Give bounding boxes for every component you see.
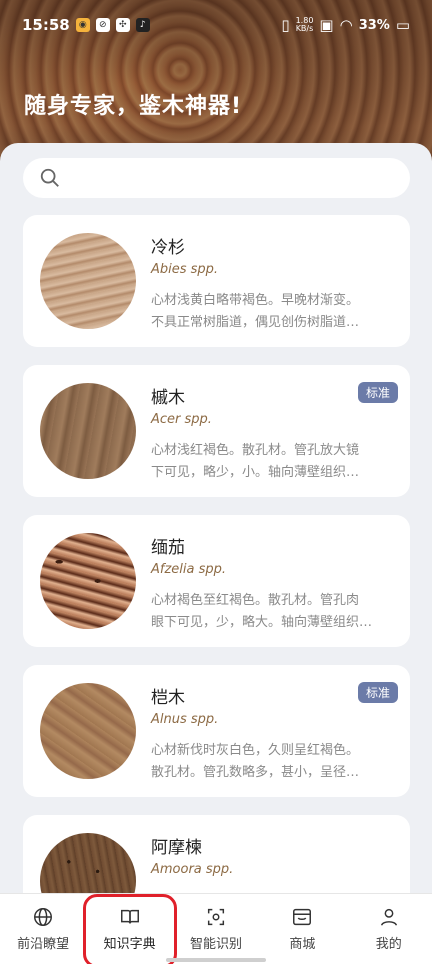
vibrate-icon: ▯ <box>281 16 290 34</box>
battery-icon: ▭ <box>395 16 410 34</box>
tiktok-notification-icon: ♪ <box>135 18 150 32</box>
wood-description-line: 心材新伐时灰白色，久则呈红褐色。 <box>151 743 360 758</box>
wood-description: 心材新伐时灰白色，久则呈红褐色。 散孔材。管孔数略多，甚小，呈径… <box>151 740 391 784</box>
wood-thumbnail <box>40 533 136 629</box>
standard-badge: 标准 <box>357 382 398 403</box>
wood-thumbnail <box>40 833 136 893</box>
wood-name: 槭木 <box>151 388 185 408</box>
tab-label: 前沿瞭望 <box>17 937 70 952</box>
tab-frontier[interactable]: 前沿瞭望 <box>3 906 83 952</box>
wood-description-line: 散孔材。管孔数略多，甚小，呈径… <box>151 765 360 780</box>
tab-profile[interactable]: 我的 <box>349 906 429 952</box>
wood-card[interactable]: 缅茄 Afzelia spp. 心材褐色至红褐色。散孔材。管孔肉 眼下可见，少，… <box>23 515 410 647</box>
wood-name: 阿摩楝 <box>151 838 202 858</box>
search-icon <box>40 168 59 187</box>
weibo-notification-icon: ◉ <box>75 18 90 32</box>
wood-card[interactable]: 槭木 标准 Acer spp. 心材浅红褐色。散孔材。管孔放大镜 下可见，略少，… <box>23 365 410 497</box>
wood-description: 心材褐色至红褐色。散孔材。管孔肉 眼下可见，少，略大。轴向薄壁组织… <box>151 590 391 634</box>
status-time: 15:58 <box>22 16 70 34</box>
wood-thumbnail <box>40 683 136 779</box>
wood-description-line: 心材浅红褐色。散孔材。管孔放大镜 <box>151 443 360 458</box>
wood-latin-name: Afzelia spp. <box>151 562 227 577</box>
status-left: 15:58 ◉ ⊘ ✣ ♪ <box>22 16 150 34</box>
active-tab-highlight <box>82 894 177 964</box>
link-notification-icon: ⊘ <box>95 18 110 32</box>
wifi-icon: ◠ <box>339 16 353 34</box>
tab-store[interactable]: 商城 <box>262 906 342 952</box>
content-panel: 冷杉 Abies spp. 心材浅黄白略带褐色。早晚材渐变。 不具正常树脂道，偶… <box>0 143 432 893</box>
home-indicator[interactable] <box>166 958 266 962</box>
wood-card[interactable]: 阿摩楝 Amoora spp. <box>23 815 410 893</box>
tab-recognition[interactable]: 智能识别 <box>176 906 256 952</box>
store-icon <box>293 908 312 926</box>
wood-description-line: 下可见，略少，小。轴向薄壁组织… <box>151 465 360 480</box>
battery-percent: 33% <box>358 17 390 33</box>
scan-icon <box>207 908 225 926</box>
tab-dictionary[interactable]: 知识字典 <box>82 894 177 964</box>
search-bar[interactable] <box>23 158 410 198</box>
wood-description-line: 心材浅黄白略带褐色。早晚材渐变。 <box>151 293 360 308</box>
wood-description-line: 不具正常树脂道，偶见创伤树脂道… <box>151 315 360 330</box>
sim-icon: ▣ <box>319 16 334 34</box>
wood-card[interactable]: 桤木 标准 Alnus spp. 心材新伐时灰白色，久则呈红褐色。 散孔材。管孔… <box>23 665 410 797</box>
network-speed-unit: KB/s <box>295 24 314 33</box>
wood-name: 冷杉 <box>151 238 185 258</box>
wood-thumbnail <box>40 233 136 329</box>
hero-slogan: 随身专家，鉴木神器! <box>24 94 243 119</box>
globe-icon <box>34 908 53 926</box>
wood-name: 桤木 <box>151 688 185 708</box>
wood-latin-name: Amoora spp. <box>151 862 234 877</box>
wood-name: 缅茄 <box>151 538 185 558</box>
apps-notification-icon: ✣ <box>115 18 130 32</box>
tab-label: 商城 <box>289 937 316 952</box>
wood-description: 心材浅红褐色。散孔材。管孔放大镜 下可见，略少，小。轴向薄壁组织… <box>151 440 391 484</box>
tab-label: 智能识别 <box>189 937 242 952</box>
wood-description: 心材浅黄白略带褐色。早晚材渐变。 不具正常树脂道，偶见创伤树脂道… <box>151 290 391 334</box>
status-bar: 15:58 ◉ ⊘ ✣ ♪ ▯ 1.80 KB/s ▣ ◠ 33% ▭ <box>0 0 432 50</box>
wood-description-line: 眼下可见，少，略大。轴向薄壁组织… <box>151 615 373 630</box>
tab-label: 我的 <box>375 937 402 952</box>
bottom-tab-bar: 前沿瞭望 知识字典 智能识别 商城 我的 <box>0 893 432 964</box>
wood-thumbnail <box>40 383 136 479</box>
status-right: ▯ 1.80 KB/s ▣ ◠ 33% ▭ <box>281 16 410 34</box>
wood-card[interactable]: 冷杉 Abies spp. 心材浅黄白略带褐色。早晚材渐变。 不具正常树脂道，偶… <box>23 215 410 347</box>
standard-badge: 标准 <box>357 682 398 703</box>
wood-latin-name: Acer spp. <box>151 412 212 427</box>
network-speed: 1.80 KB/s <box>296 17 314 33</box>
wood-latin-name: Alnus spp. <box>151 712 219 727</box>
search-input[interactable] <box>71 170 391 186</box>
wood-description-line: 心材褐色至红褐色。散孔材。管孔肉 <box>151 593 360 608</box>
user-icon <box>380 908 397 926</box>
wood-latin-name: Abies spp. <box>151 262 219 277</box>
